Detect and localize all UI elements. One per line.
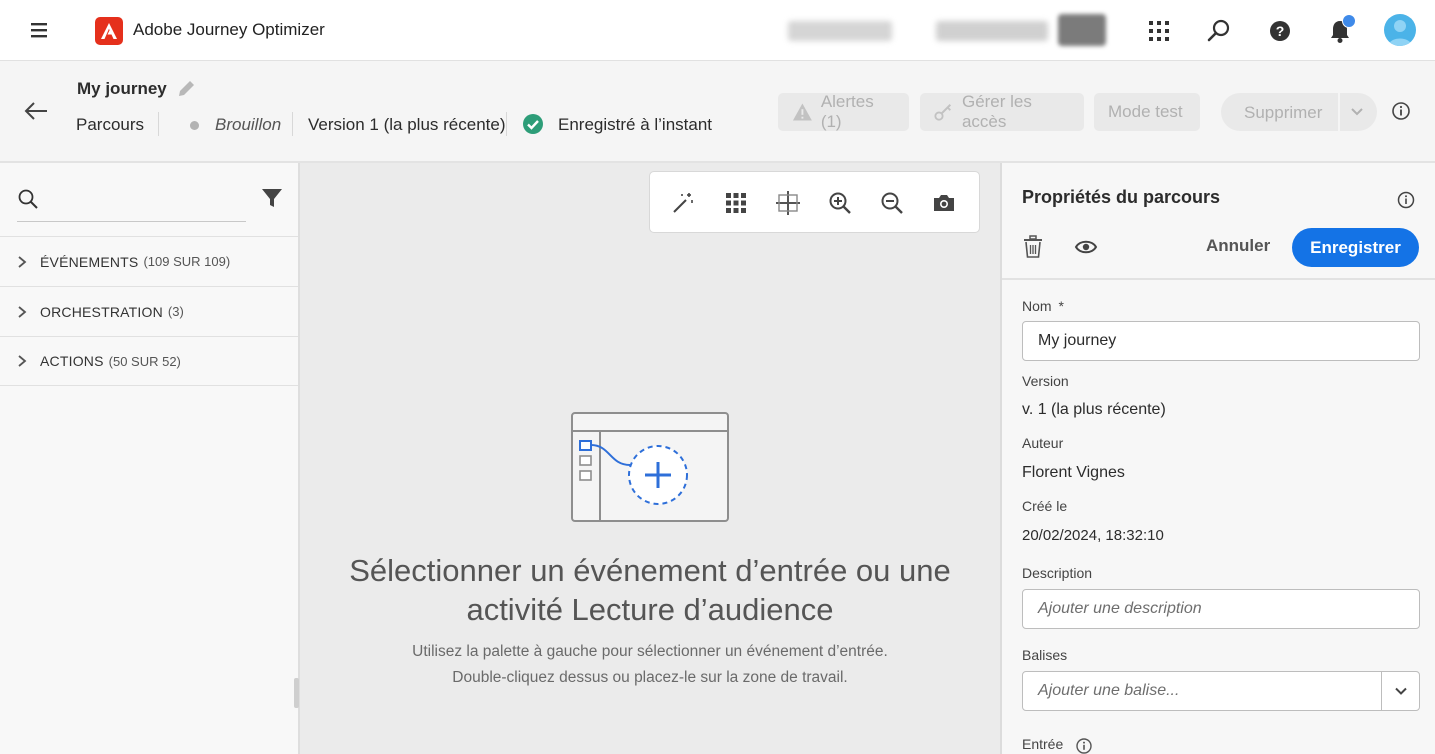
save-status: Enregistré à l’instant bbox=[558, 115, 713, 134]
chevron-right-icon bbox=[18, 305, 27, 318]
org-name-redacted[interactable] bbox=[788, 21, 892, 41]
manage-access-button[interactable]: Gérer les accès bbox=[920, 92, 1084, 131]
search-icon[interactable] bbox=[17, 188, 39, 210]
entry-label: Entrée bbox=[1022, 736, 1064, 752]
align-icon[interactable] bbox=[775, 190, 801, 216]
sandbox-name-redacted[interactable] bbox=[936, 21, 1048, 41]
magic-wand-icon[interactable] bbox=[670, 190, 696, 216]
status-dot bbox=[190, 121, 199, 130]
category-label: ÉVÉNEMENTS bbox=[40, 253, 139, 270]
alert-icon bbox=[792, 103, 812, 121]
category-label: ORCHESTRATION bbox=[40, 303, 163, 320]
manage-access-label: Gérer les accès bbox=[961, 92, 1032, 131]
activity-palette: ÉVÉNEMENTS (109 SUR 109) ORCHESTRATION (… bbox=[0, 163, 300, 754]
palette-category-actions[interactable]: ACTIONS (50 SUR 52) bbox=[0, 336, 298, 386]
journey-version[interactable]: Version 1 (la plus récente) bbox=[308, 115, 506, 135]
category-count: (109 SUR 109) bbox=[143, 254, 231, 269]
description-label: Description bbox=[1022, 565, 1093, 581]
divider bbox=[506, 112, 507, 136]
app-title[interactable]: Adobe Journey Optimizer bbox=[133, 20, 325, 40]
eye-icon[interactable] bbox=[1074, 237, 1098, 257]
search-icon[interactable] bbox=[1204, 16, 1234, 46]
name-label-text: Nom bbox=[1022, 298, 1052, 314]
menu-icon[interactable] bbox=[26, 18, 52, 42]
panel-resize-handle[interactable] bbox=[294, 678, 299, 708]
required-asterisk: * bbox=[1058, 298, 1064, 314]
chevron-right-icon bbox=[18, 355, 27, 367]
name-input[interactable]: My journey bbox=[1022, 321, 1420, 361]
zoom-out-icon[interactable] bbox=[879, 190, 905, 216]
avatar[interactable] bbox=[1384, 14, 1416, 46]
description-input[interactable]: Ajouter une description bbox=[1022, 589, 1420, 629]
tags-label: Balises bbox=[1022, 647, 1068, 663]
key-icon bbox=[934, 104, 952, 121]
checkmark-circle-icon bbox=[522, 113, 544, 135]
adobe-logo-icon[interactable] bbox=[95, 17, 123, 45]
author-label: Auteur bbox=[1022, 435, 1064, 451]
cancel-button[interactable]: Annuler bbox=[1206, 236, 1270, 256]
trash-icon[interactable] bbox=[1022, 235, 1044, 259]
journey-properties-panel: Propriétés du parcours Annuler Enregistr… bbox=[1000, 163, 1435, 754]
breadcrumb-parcours[interactable]: Parcours bbox=[76, 115, 144, 135]
palette-category-orchestration[interactable]: ORCHESTRATION (3) bbox=[0, 286, 298, 336]
test-mode-label: Mode test bbox=[1108, 102, 1183, 121]
chevron-down-icon[interactable] bbox=[1347, 102, 1367, 122]
divider bbox=[1381, 672, 1382, 710]
alerts-button[interactable]: Alertes (1) bbox=[778, 92, 909, 131]
alerts-button-label: Alertes (1) bbox=[820, 92, 874, 131]
category-count: (50 SUR 52) bbox=[108, 353, 181, 369]
test-mode-button[interactable]: Mode test bbox=[1094, 93, 1200, 131]
divider bbox=[158, 112, 159, 136]
zoom-in-icon[interactable] bbox=[827, 190, 853, 216]
journey-canvas[interactable]: Sélectionner un événement d’entrée ou un… bbox=[300, 163, 1000, 754]
filter-icon[interactable] bbox=[261, 187, 283, 209]
category-count: (3) bbox=[167, 304, 184, 319]
empty-state-subtitle: Utilisez la palette à gauche pour sélect… bbox=[340, 639, 960, 691]
edit-pencil-icon[interactable] bbox=[175, 78, 197, 100]
grid-icon[interactable] bbox=[723, 190, 749, 216]
palette-search-input[interactable] bbox=[17, 221, 246, 222]
chevron-right-icon bbox=[18, 255, 27, 268]
properties-title: Propriétés du parcours bbox=[1022, 187, 1221, 207]
empty-state-title: Sélectionner un événement d’entrée ou un… bbox=[349, 553, 951, 627]
version-label: Version bbox=[1022, 373, 1069, 389]
journey-name: My journey bbox=[77, 79, 167, 98]
category-label: ACTIONS bbox=[40, 353, 104, 369]
journey-status: Brouillon bbox=[215, 115, 282, 134]
camera-icon[interactable] bbox=[931, 190, 957, 216]
journey-header: My journey Parcours Brouillon Version 1 … bbox=[0, 61, 1435, 163]
delete-button-group[interactable]: Supprimer bbox=[1221, 93, 1377, 131]
name-field-label: Nom * bbox=[1022, 298, 1064, 314]
tags-combobox[interactable]: Ajouter une balise... bbox=[1022, 671, 1420, 711]
notification-badge bbox=[1342, 14, 1356, 28]
tags-input[interactable]: Ajouter une balise... bbox=[1038, 682, 1179, 700]
empty-state-subtitle-line: Utilisez la palette à gauche pour sélect… bbox=[412, 643, 888, 660]
delete-button-label[interactable]: Supprimer bbox=[1244, 103, 1322, 123]
sandbox-badge-redacted[interactable] bbox=[1058, 14, 1106, 46]
info-icon[interactable] bbox=[1396, 190, 1416, 210]
created-label: Créé le bbox=[1022, 498, 1068, 514]
version-value: v. 1 (la plus récente) bbox=[1022, 401, 1166, 418]
palette-category-events[interactable]: ÉVÉNEMENTS (109 SUR 109) bbox=[0, 236, 298, 286]
divider bbox=[1338, 93, 1340, 131]
author-value: Florent Vignes bbox=[1022, 464, 1125, 481]
save-button[interactable]: Enregistrer bbox=[1292, 228, 1419, 267]
canvas-toolbar bbox=[649, 171, 980, 233]
back-arrow-icon[interactable] bbox=[22, 99, 50, 123]
info-icon[interactable] bbox=[1391, 101, 1411, 121]
created-value: 20/02/2024, 18:32:10 bbox=[1022, 527, 1164, 544]
chevron-down-icon[interactable] bbox=[1391, 681, 1411, 701]
svg-text:?: ? bbox=[1276, 23, 1285, 39]
top-bar: Adobe Journey Optimizer ? bbox=[0, 0, 1435, 61]
info-icon[interactable] bbox=[1075, 737, 1093, 754]
apps-grid-icon[interactable] bbox=[1144, 16, 1174, 46]
divider bbox=[292, 112, 293, 136]
help-icon[interactable]: ? bbox=[1265, 16, 1295, 46]
empty-state-subtitle-line: Double-cliquez dessus ou placez-le sur l… bbox=[452, 669, 848, 686]
empty-state-illustration bbox=[570, 411, 730, 523]
divider bbox=[1002, 278, 1435, 280]
